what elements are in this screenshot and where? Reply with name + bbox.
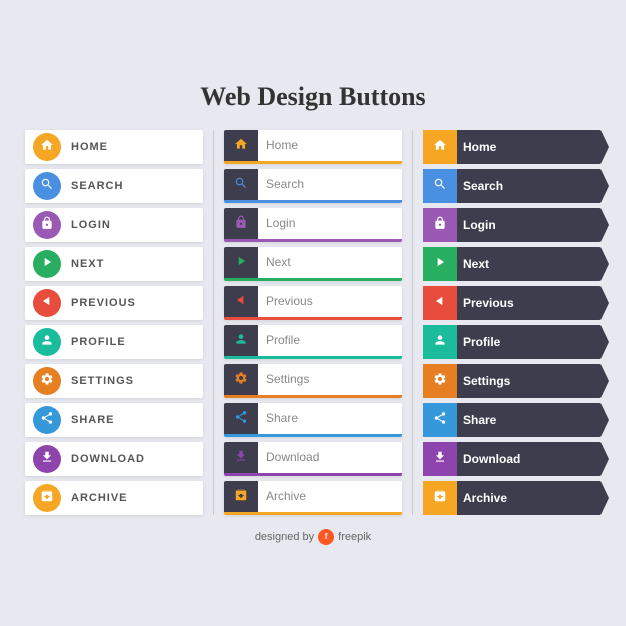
col-style1: HOME SEARCH LOGIN NEXT PREVIOUS [25, 130, 203, 515]
btn-style2-home[interactable]: Home [224, 130, 402, 164]
btn-style3-search[interactable]: Search [423, 169, 601, 203]
btn-style1-profile[interactable]: PROFILE [25, 325, 203, 359]
btn-style1-search[interactable]: SEARCH [25, 169, 203, 203]
col-style2: Home Search Login Next Previous Profile … [224, 130, 402, 515]
btn-style3-profile[interactable]: Profile [423, 325, 601, 359]
btn-style2-share[interactable]: Share [224, 403, 402, 437]
btn-style2-profile[interactable]: Profile [224, 325, 402, 359]
btn-style3-download[interactable]: Download [423, 442, 601, 476]
brand-logo: f [318, 529, 334, 545]
btn-style2-download[interactable]: Download [224, 442, 402, 476]
columns: HOME SEARCH LOGIN NEXT PREVIOUS [23, 130, 603, 515]
btn-style1-archive[interactable]: ARCHIVE [25, 481, 203, 515]
btn-style1-previous[interactable]: PREVIOUS [25, 286, 203, 320]
separator2 [412, 130, 413, 515]
btn-style2-previous[interactable]: Previous [224, 286, 402, 320]
btn-style2-next[interactable]: Next [224, 247, 402, 281]
footer-text: designed by [255, 531, 314, 543]
brand-name: freepik [338, 531, 371, 543]
btn-style3-previous[interactable]: Previous [423, 286, 601, 320]
btn-style2-archive[interactable]: Archive [224, 481, 402, 515]
col-style3: Home Search Login Next Previous Profile … [423, 130, 601, 515]
footer: designed by f freepik [23, 529, 603, 545]
btn-style1-download[interactable]: DOWNLOAD [25, 442, 203, 476]
btn-style1-next[interactable]: NEXT [25, 247, 203, 281]
btn-style1-home[interactable]: HOME [25, 130, 203, 164]
btn-style3-next[interactable]: Next [423, 247, 601, 281]
btn-style1-login[interactable]: LOGIN [25, 208, 203, 242]
btn-style1-settings[interactable]: SETTINGS [25, 364, 203, 398]
btn-style2-login[interactable]: Login [224, 208, 402, 242]
btn-style2-search[interactable]: Search [224, 169, 402, 203]
btn-style1-share[interactable]: SHARE [25, 403, 203, 437]
btn-style3-settings[interactable]: Settings [423, 364, 601, 398]
main-container: Web Design Buttons HOME SEARCH LOGIN [13, 62, 613, 565]
btn-style2-settings[interactable]: Settings [224, 364, 402, 398]
btn-style3-archive[interactable]: Archive [423, 481, 601, 515]
page-title: Web Design Buttons [23, 82, 603, 112]
btn-style3-home[interactable]: Home [423, 130, 601, 164]
btn-style3-login[interactable]: Login [423, 208, 601, 242]
btn-style3-share[interactable]: Share [423, 403, 601, 437]
separator [213, 130, 214, 515]
